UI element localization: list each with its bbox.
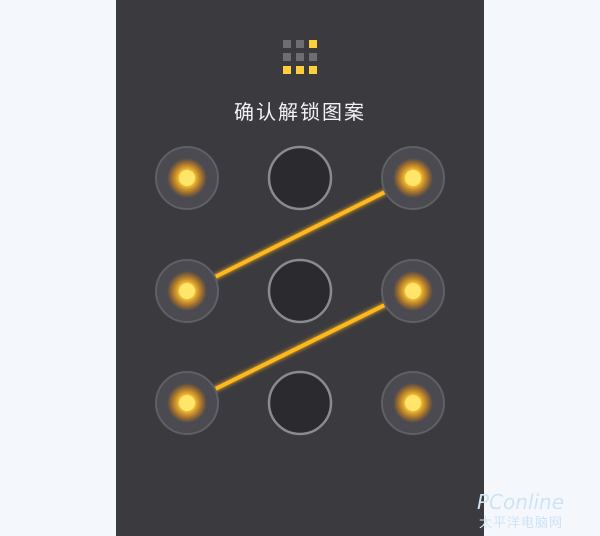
pattern-dot-core <box>179 283 195 299</box>
pattern-dot-core <box>405 170 421 186</box>
pattern-dot-ring <box>267 145 333 211</box>
pattern-dot-core <box>405 395 421 411</box>
pattern-dot-core <box>179 395 195 411</box>
pattern-lock[interactable] <box>0 0 600 536</box>
pattern-dot-3[interactable] <box>381 146 445 210</box>
pattern-dot-9[interactable] <box>381 371 445 435</box>
pattern-dot-2[interactable] <box>267 145 333 211</box>
watermark-main: PConline <box>477 490 565 514</box>
watermark-sub: 太平洋电脑网 <box>479 516 564 531</box>
pattern-dot-core <box>179 170 195 186</box>
pattern-dot-1[interactable] <box>155 146 219 210</box>
pattern-dot-ring <box>267 370 333 436</box>
pattern-dot-5[interactable] <box>267 258 333 324</box>
pattern-dot-6[interactable] <box>381 259 445 323</box>
pattern-dot-4[interactable] <box>155 259 219 323</box>
pattern-dot-8[interactable] <box>267 370 333 436</box>
pattern-dot-ring <box>267 258 333 324</box>
pattern-dot-core <box>405 283 421 299</box>
pattern-dot-7[interactable] <box>155 371 219 435</box>
pconline-watermark: PConline 太平洋电脑网 <box>477 490 592 531</box>
